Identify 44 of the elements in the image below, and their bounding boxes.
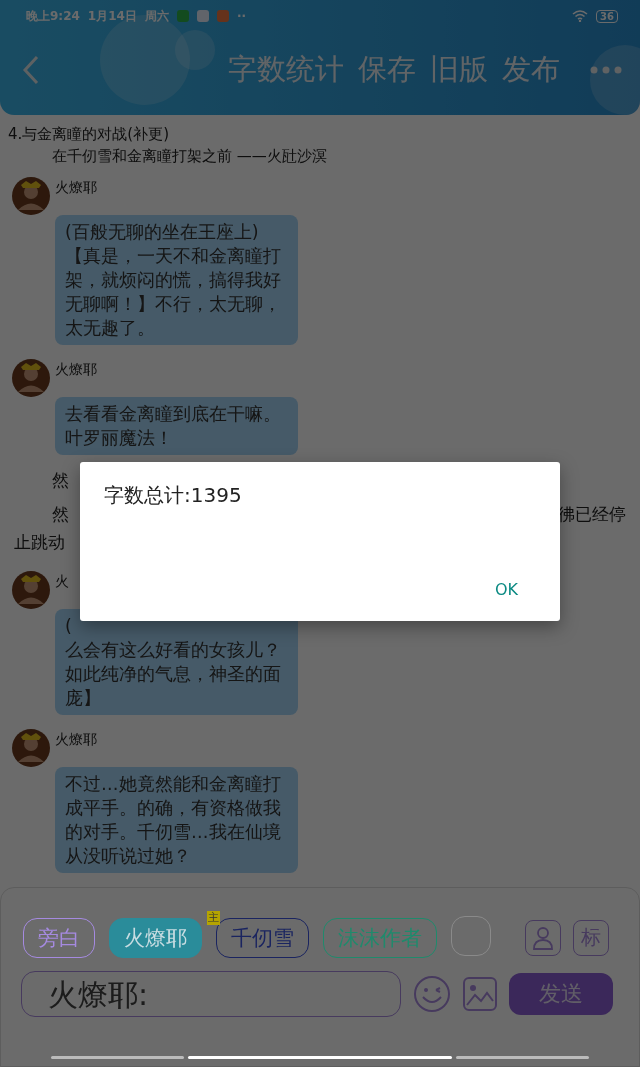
avatar-icon bbox=[12, 729, 50, 767]
sender-name: 火燎耶 bbox=[55, 360, 97, 379]
chapter-subtitle: 在千仞雪和金离瞳打架之前 ——火瓧沙溟 bbox=[51, 146, 328, 167]
ok-button[interactable]: OK bbox=[476, 576, 536, 603]
status-time: 晚上9:24 bbox=[26, 7, 80, 25]
role-chip[interactable] bbox=[451, 916, 491, 956]
person-icon bbox=[531, 924, 555, 951]
app-icon bbox=[216, 10, 229, 22]
role-chip[interactable]: 旁白 bbox=[23, 917, 95, 958]
dialog-message: 字数总计:1395 bbox=[104, 482, 243, 509]
battery-indicator: 36 bbox=[596, 9, 618, 23]
status-weekday: 周六 bbox=[144, 7, 169, 25]
toolbar-action[interactable]: 发布 bbox=[502, 49, 560, 90]
app-icon bbox=[196, 10, 209, 22]
back-button[interactable] bbox=[22, 54, 40, 85]
toolbar-action[interactable]: 旧版 bbox=[430, 49, 488, 90]
image-icon[interactable] bbox=[463, 977, 497, 1011]
chat-app-icon bbox=[176, 10, 189, 22]
toolbar-action[interactable]: 字数统计 bbox=[228, 49, 344, 90]
narration-text: 彿已经停 bbox=[558, 503, 626, 526]
narration-text: 然 bbox=[52, 503, 69, 526]
narration-text: 然 bbox=[52, 469, 69, 492]
sender-name: 火 bbox=[55, 572, 69, 591]
avatar-icon bbox=[12, 177, 50, 215]
character-button[interactable] bbox=[525, 919, 561, 956]
emoji-icon[interactable] bbox=[413, 975, 451, 1013]
message-bubble: (百般无聊的坐在王座上)【真是，一天不和金离瞳打架，就烦闷的慌，搞得我好无聊啊！】不行，太无聊，太无趣了。 bbox=[55, 215, 298, 345]
more-icon[interactable] bbox=[590, 65, 622, 74]
role-chip[interactable]: 火燎耶 bbox=[109, 917, 202, 958]
message-input[interactable]: 火燎耶: bbox=[21, 971, 401, 1017]
sender-name: 火燎耶 bbox=[55, 730, 97, 749]
wifi-icon bbox=[572, 10, 589, 22]
narration-text: 止跳动 bbox=[13, 531, 66, 554]
avatar-icon bbox=[12, 359, 50, 397]
sender-name: 火燎耶 bbox=[55, 178, 97, 197]
role-chip[interactable]: 沫沫作者 bbox=[323, 917, 437, 958]
message-bubble: 不过…她竟然能和金离瞳打成平手。的确，有资格做我的对手。千仞雪…我在仙境从没听说过她？ bbox=[55, 767, 298, 873]
more-notifications: ·· bbox=[236, 9, 247, 23]
message-bubble: 去看看金离瞳到底在干嘛。叶罗丽魔法！ bbox=[55, 397, 298, 455]
chapter-title: 4.与金离瞳的对战(补更) bbox=[7, 124, 170, 145]
avatar-icon bbox=[12, 571, 50, 609]
lead-badge: 主 bbox=[207, 910, 220, 925]
toolbar-action[interactable]: 保存 bbox=[358, 49, 416, 90]
status-date: 1月14日 bbox=[87, 7, 137, 25]
